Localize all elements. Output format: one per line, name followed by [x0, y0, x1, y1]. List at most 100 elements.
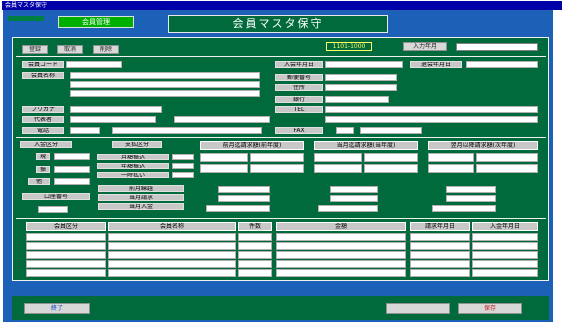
table-cell[interactable]: [238, 269, 272, 277]
table-cell[interactable]: [276, 269, 406, 277]
cash-field[interactable]: [54, 153, 90, 160]
table-cell[interactable]: [276, 251, 406, 259]
table-cell[interactable]: [410, 233, 470, 241]
table-cell[interactable]: [238, 260, 272, 268]
post-label: 郵便番号: [275, 74, 323, 81]
table-cell[interactable]: [472, 251, 538, 259]
month-select[interactable]: [456, 43, 538, 51]
table-cell[interactable]: [238, 242, 272, 250]
sum-field-b2[interactable]: [330, 195, 378, 202]
table-cell[interactable]: [238, 233, 272, 241]
next-field-2[interactable]: [476, 153, 538, 162]
bank-field[interactable]: [325, 96, 389, 103]
table-cell[interactable]: [108, 260, 236, 268]
table-cell[interactable]: [26, 242, 106, 250]
member-name-field-1[interactable]: [70, 72, 260, 79]
tel-field[interactable]: [325, 106, 538, 113]
pay-method-title: 支払区分: [112, 141, 162, 148]
current-field-4[interactable]: [364, 164, 418, 173]
rep-field[interactable]: [70, 116, 156, 123]
register-button[interactable]: 登録: [22, 45, 48, 54]
sum-field-c1[interactable]: [446, 186, 496, 193]
current-field-2[interactable]: [364, 153, 418, 162]
pay-monthly-field[interactable]: [172, 154, 194, 160]
sum-field-a2[interactable]: [218, 195, 270, 202]
phone-field-2[interactable]: [112, 127, 262, 134]
table-cell[interactable]: [276, 242, 406, 250]
sum-field-a3[interactable]: [206, 205, 270, 212]
next-field-1[interactable]: [428, 153, 474, 162]
fax-field-1[interactable]: [336, 127, 354, 134]
table-cell[interactable]: [108, 233, 236, 241]
other-label: 他: [28, 178, 50, 185]
table-cell[interactable]: [108, 251, 236, 259]
member-code-field[interactable]: [66, 61, 122, 68]
delete-button[interactable]: 削除: [93, 45, 119, 54]
table-cell[interactable]: [472, 233, 538, 241]
addr-field[interactable]: [325, 84, 397, 91]
cash-label: 現: [36, 153, 50, 160]
exit-button[interactable]: 終了: [24, 303, 90, 314]
tel-field-2[interactable]: [325, 116, 538, 123]
billing-label: 当月請求: [98, 194, 184, 201]
addr-label: 住所: [275, 84, 323, 91]
transfer-field[interactable]: [54, 166, 90, 173]
table-header-cell: 件数: [238, 222, 272, 231]
table-cell[interactable]: [26, 269, 106, 277]
table-cell[interactable]: [108, 242, 236, 250]
prior-field-3[interactable]: [200, 164, 248, 173]
sum-field-b1[interactable]: [330, 186, 378, 193]
phone-label: 電話: [22, 127, 64, 134]
table-cell[interactable]: [472, 260, 538, 268]
account-label: 口座番号: [22, 193, 90, 200]
table-cell[interactable]: [108, 269, 236, 277]
phone-field-1[interactable]: [70, 127, 100, 134]
input-month-button[interactable]: 入力年月: [403, 42, 447, 51]
sum-field-c3[interactable]: [432, 205, 496, 212]
table-cell[interactable]: [410, 269, 470, 277]
table-cell[interactable]: [26, 251, 106, 259]
pay-lump-field[interactable]: [172, 172, 194, 178]
account-field[interactable]: [38, 206, 68, 213]
table-cell[interactable]: [472, 269, 538, 277]
date-label: 1101-1000: [326, 42, 372, 51]
window-titlebar: 会員マスタ保守: [2, 1, 562, 10]
table-cell[interactable]: [276, 260, 406, 268]
prior-field-1[interactable]: [200, 153, 248, 162]
post-field[interactable]: [325, 74, 397, 81]
reg-date-field[interactable]: [325, 61, 403, 68]
table-cell[interactable]: [410, 260, 470, 268]
bank-label: 銀行: [275, 96, 323, 103]
pay-yearly-field[interactable]: [172, 163, 194, 169]
next-field-4[interactable]: [476, 164, 538, 173]
sum-field-a1[interactable]: [218, 186, 270, 193]
fax-field-2[interactable]: [360, 127, 422, 134]
table-cell[interactable]: [410, 251, 470, 259]
clear-button[interactable]: [386, 303, 450, 314]
deposit-label: 当月入金: [98, 203, 184, 210]
current-field-3[interactable]: [314, 164, 362, 173]
table-cell[interactable]: [276, 233, 406, 241]
kana-field[interactable]: [70, 106, 162, 113]
table-cell[interactable]: [26, 233, 106, 241]
member-name-field-2[interactable]: [70, 81, 260, 88]
prior-field-2[interactable]: [250, 153, 304, 162]
next-field-3[interactable]: [428, 164, 474, 173]
member-name-field-3[interactable]: [70, 90, 260, 97]
module-tab[interactable]: 会員管理: [58, 16, 134, 28]
rep-field-2[interactable]: [174, 116, 270, 123]
save-button[interactable]: 保存: [458, 303, 522, 314]
divider: [16, 218, 546, 219]
sum-field-c2[interactable]: [446, 195, 496, 202]
withdraw-field[interactable]: [466, 61, 538, 68]
table-cell[interactable]: [410, 242, 470, 250]
table-cell[interactable]: [26, 260, 106, 268]
table-cell[interactable]: [472, 242, 538, 250]
prior-field-4[interactable]: [250, 164, 304, 173]
cancel-button[interactable]: 取消: [57, 45, 83, 54]
member-name-label: 会員名称: [22, 72, 64, 79]
current-field-1[interactable]: [314, 153, 362, 162]
other-field[interactable]: [54, 178, 90, 185]
table-cell[interactable]: [238, 251, 272, 259]
sum-field-b3[interactable]: [318, 205, 378, 212]
